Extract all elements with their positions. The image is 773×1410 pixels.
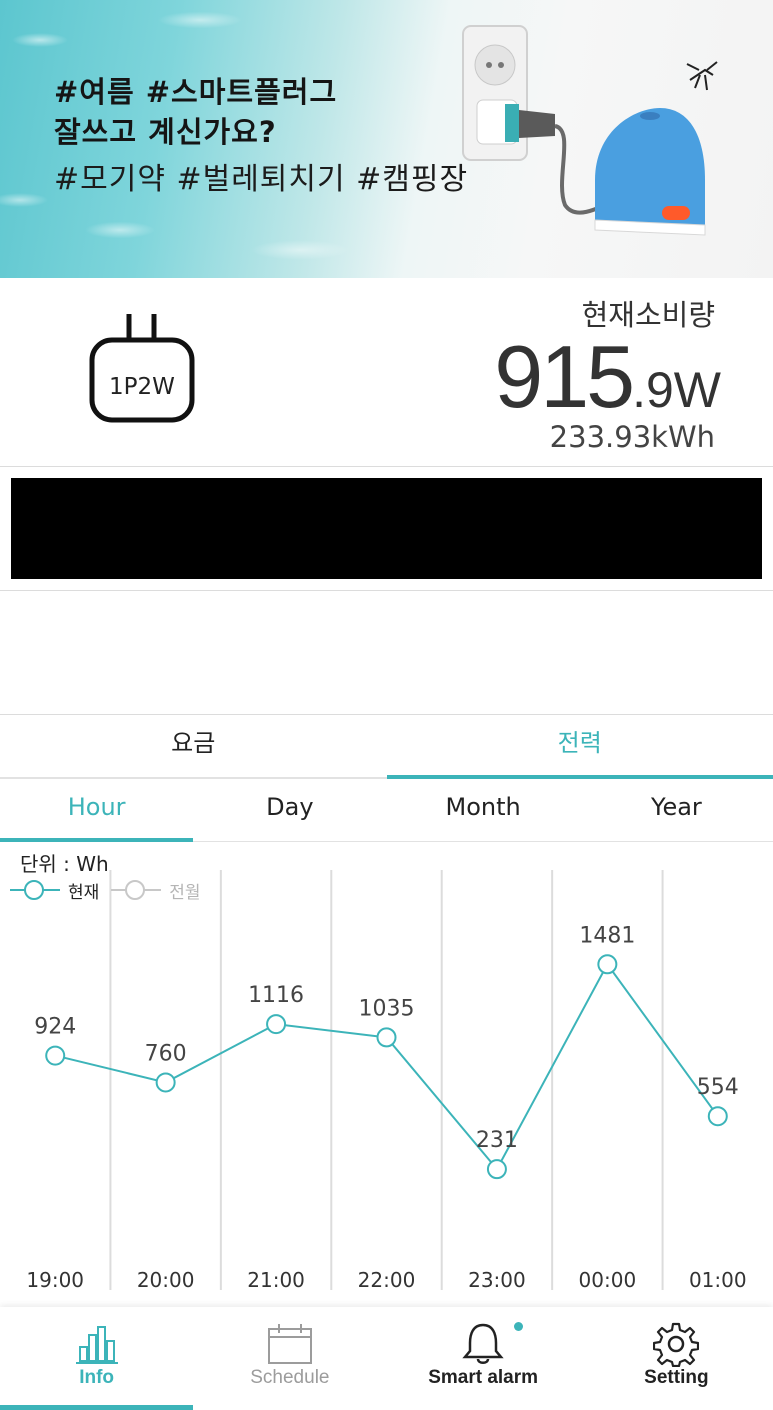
banner-hashtags: #모기약 #벌레퇴치기 #캠핑장 (54, 162, 469, 197)
x-tick-label: 20:00 (137, 1268, 195, 1292)
data-label: 1116 (248, 983, 304, 1008)
tab-month[interactable]: Month (387, 779, 580, 841)
chart-legend: 현재 전월 (10, 878, 213, 903)
banner-title: #여름 #스마트플러그 (54, 75, 338, 109)
bell-icon (462, 1323, 504, 1364)
line-chart: 924 19:00 760 20:00 1116 21:00 1035 22:00 231 23:… (26, 870, 747, 1292)
nav-setting[interactable]: Setting (580, 1307, 773, 1410)
nav-setting-label: Setting (644, 1367, 709, 1388)
nav-smart-alarm-label: Smart alarm (428, 1367, 539, 1388)
data-label: 1481 (579, 923, 635, 948)
divider (0, 590, 773, 591)
main-tabs: 요금 전력 (0, 716, 773, 779)
x-tick-label: 19:00 (26, 1268, 84, 1292)
gear-icon (653, 1322, 700, 1367)
nav-smart-alarm[interactable]: Smart alarm (387, 1307, 580, 1410)
data-point (45, 1045, 66, 1066)
x-tick-label: 22:00 (358, 1268, 416, 1292)
promo-banner[interactable]: #여름 #스마트플러그 잘쓰고 계신가요? #모기약 #벌레퇴치기 #캠핑장 (0, 0, 773, 278)
tab-day[interactable]: Day (193, 779, 386, 841)
nav-info-label: Info (79, 1367, 115, 1388)
tab-power[interactable]: 전력 (386, 716, 773, 779)
unit-label: 단위 : Wh (20, 852, 109, 876)
data-point (597, 954, 618, 975)
data-point (266, 1014, 287, 1035)
plug-type-label: 1P2W (109, 374, 175, 400)
current-usage-value: 915.9W (494, 326, 721, 428)
data-label: 924 (34, 1015, 76, 1040)
series-line-current (54, 962, 719, 1171)
tab-year[interactable]: Year (580, 779, 773, 841)
x-tick-label: 21:00 (247, 1268, 305, 1292)
device-info-panel: 1P2W 현재소비량 915.9W 233.93kWh (0, 278, 773, 467)
tab-fee[interactable]: 요금 (0, 716, 387, 777)
bar-chart-icon (75, 1326, 118, 1364)
legend-swatch-current (10, 878, 60, 902)
legend-item-last-month: 전월 (111, 878, 201, 903)
data-point (486, 1159, 507, 1180)
smart-plug-illustration (462, 25, 718, 236)
total-energy-value: 233.93kWh (549, 420, 715, 454)
x-tick-label: 00:00 (579, 1268, 637, 1292)
banner-subtitle: 잘쓰고 계신가요? (54, 115, 277, 149)
redacted-area (11, 478, 762, 579)
data-label: 231 (476, 1128, 518, 1153)
legend-swatch-last-month (111, 878, 162, 902)
x-tick-label: 01:00 (689, 1268, 747, 1292)
legend-item-current: 현재 (10, 878, 99, 903)
x-tick-label: 23:00 (468, 1268, 526, 1292)
usage-decimal-unit: .9W (632, 362, 721, 418)
legend-label-last-month: 전월 (169, 882, 201, 903)
period-tabs: Hour Day Month Year (0, 779, 773, 842)
calendar-icon (267, 1324, 312, 1364)
data-point (376, 1027, 397, 1048)
data-label: 760 (145, 1041, 187, 1066)
power-chart: 924 19:00 760 20:00 1116 21:00 1035 22:00 231 23:… (0, 842, 773, 1307)
tab-hour[interactable]: Hour (0, 779, 194, 842)
data-point (155, 1072, 176, 1093)
nav-schedule-label: Schedule (250, 1367, 330, 1388)
data-label: 1035 (359, 996, 415, 1021)
legend-label-current: 현재 (68, 882, 100, 903)
plug-icon (89, 314, 195, 423)
usage-integer: 915 (494, 327, 635, 426)
data-point (707, 1106, 728, 1127)
nav-schedule[interactable]: Schedule (193, 1307, 386, 1410)
bottom-nav: Info Schedule Smart alarm Setting (0, 1307, 773, 1410)
alarm-badge-dot (513, 1322, 523, 1331)
divider (0, 714, 773, 715)
nav-info[interactable]: Info (0, 1307, 194, 1410)
data-label: 554 (697, 1075, 739, 1100)
banner-text: #여름 #스마트플러그 잘쓰고 계신가요? #모기약 #벌레퇴치기 #캠핑장 (54, 72, 468, 208)
